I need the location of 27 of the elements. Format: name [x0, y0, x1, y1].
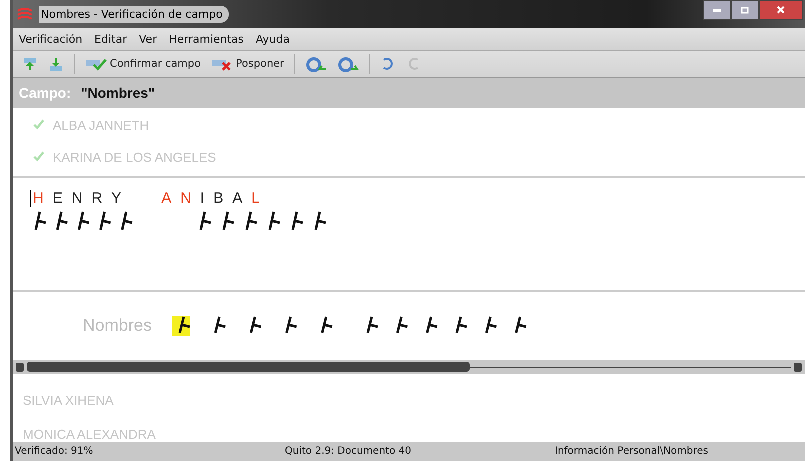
maximize-button[interactable] [731, 0, 759, 20]
field-label: Campo: [19, 85, 72, 101]
arrow-down-icon [48, 56, 64, 72]
toolbar-button[interactable]: Posponer [208, 54, 288, 74]
field-name: "Nombres" [81, 85, 156, 101]
menu-item[interactable]: Herramientas [169, 32, 244, 46]
horizontal-scrollbar[interactable] [13, 360, 805, 374]
menu-item[interactable]: Ayuda [256, 32, 290, 46]
maximize-icon [741, 6, 749, 14]
app-logo-icon [17, 6, 33, 22]
toolbar-button[interactable]: Confirmar campo [82, 54, 204, 74]
window-title: Nombres - Verificación de campo [39, 6, 229, 22]
arrow-up-icon [22, 56, 38, 72]
close-icon [777, 6, 785, 14]
field-label: Nombres [83, 316, 152, 336]
status-text: Información Personal\Nombres [555, 446, 710, 457]
menu-item[interactable]: Ver [139, 32, 158, 46]
check-icon [33, 119, 45, 131]
status-text: Quito 2.9: Documento 40 [285, 446, 412, 457]
menu-item[interactable]: Editar [94, 32, 128, 46]
menu-item[interactable]: Verificación [19, 32, 83, 46]
minimize-button[interactable] [703, 0, 731, 20]
minimize-icon [713, 8, 721, 12]
entry-field[interactable]: H E N R Y A N I B A L [30, 190, 260, 207]
status-text: Verificado: 91% [15, 446, 94, 457]
close-button[interactable] [759, 0, 803, 20]
check-icon [33, 151, 45, 163]
